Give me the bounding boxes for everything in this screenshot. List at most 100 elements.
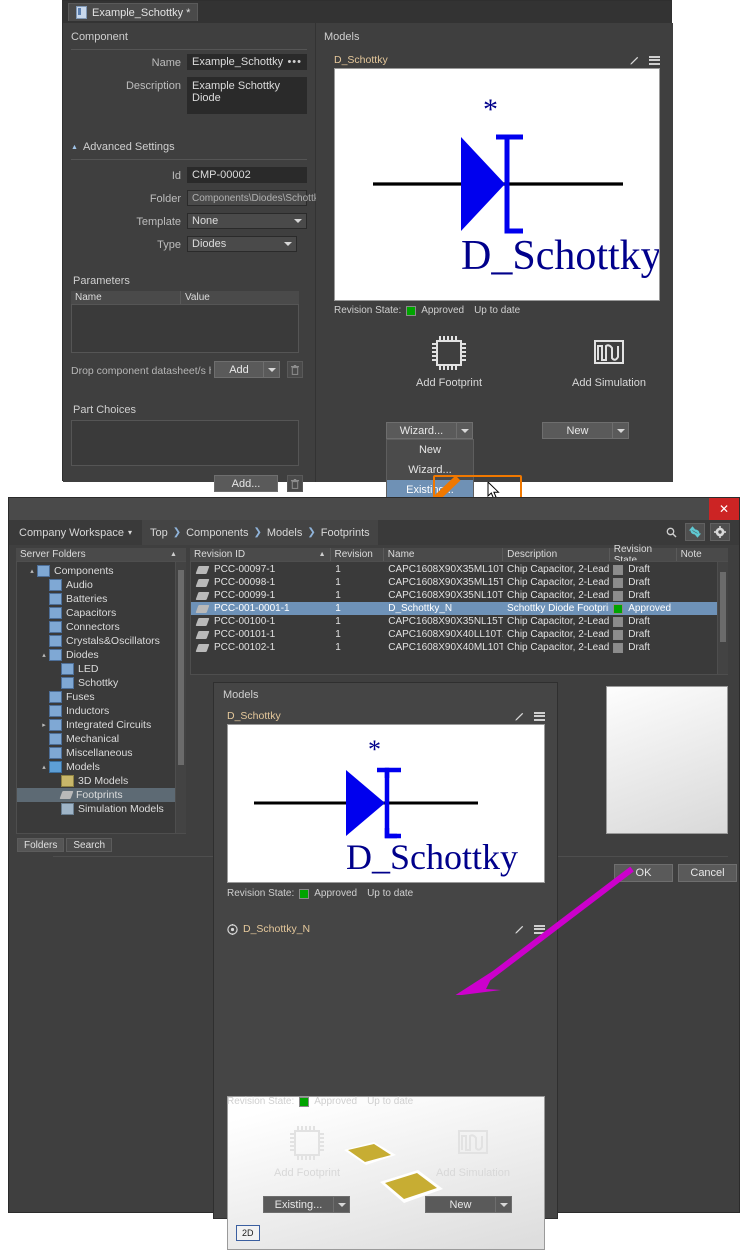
breadcrumb-bar: Company Workspace ▾ Top ❯ Components ❯ M… — [9, 520, 739, 545]
grid-scrollbar[interactable] — [717, 562, 728, 674]
parameters-list[interactable] — [71, 304, 299, 353]
inner-add-simulation-split-button[interactable]: New — [425, 1196, 512, 1213]
parameters-col-value[interactable]: Value — [181, 291, 297, 304]
tree-item-connectors[interactable]: Connectors — [17, 620, 185, 634]
tree-twisty[interactable]: ▴ — [39, 651, 49, 659]
tree-item-schottky[interactable]: Schottky — [17, 676, 185, 690]
tab-example-schottky[interactable]: Example_Schottky * — [68, 3, 199, 21]
tree-scroll-thumb[interactable] — [178, 570, 184, 765]
col-description[interactable]: Description — [503, 548, 610, 561]
table-row[interactable]: PCC-00098-1 1 CAPC1608X90X35ML15T15 Chip Ca… — [191, 576, 727, 589]
symbol-preview[interactable]: * D_Schottky — [334, 68, 660, 301]
tree-item-capacitors[interactable]: Capacitors — [17, 606, 185, 620]
col-revision[interactable]: Revision — [331, 548, 384, 561]
tree-item-footprints[interactable]: Footprints — [17, 788, 185, 802]
tree-item-models[interactable]: ▴ Models — [17, 760, 185, 774]
tree-twisty[interactable]: ▴ — [27, 567, 37, 575]
add-footprint-button[interactable]: Wizard... — [386, 422, 457, 439]
cancel-button[interactable]: Cancel — [678, 864, 737, 882]
tree-scrollbar[interactable] — [175, 562, 186, 833]
tree-item-batteries[interactable]: Batteries — [17, 592, 185, 606]
inner-add-simulation-button[interactable]: New — [425, 1196, 496, 1213]
breadcrumb-top[interactable]: Top — [150, 527, 168, 539]
parameters-col-name[interactable]: Name — [71, 291, 181, 304]
part-choices-list[interactable] — [71, 420, 299, 466]
tree-item-miscellaneous[interactable]: Miscellaneous — [17, 746, 185, 760]
tree-header-label[interactable]: Server Folders — [16, 548, 186, 561]
pencil-icon[interactable] — [514, 711, 525, 722]
breadcrumb-footprints[interactable]: Footprints — [321, 527, 370, 539]
breadcrumb-components[interactable]: Components — [186, 527, 248, 539]
template-select[interactable]: None — [187, 213, 307, 229]
workspace-selector[interactable]: Company Workspace — [19, 527, 124, 539]
table-row[interactable]: PCC-00097-1 1 CAPC1608X90X35ML10T15 Chip Ca… — [191, 563, 727, 576]
add-simulation-split-button[interactable]: New — [542, 422, 629, 439]
name-browse-icon[interactable]: ••• — [287, 57, 302, 68]
tree-item-inductors[interactable]: Inductors — [17, 704, 185, 718]
folder-plain-icon — [49, 761, 62, 773]
tree-item-3d-models[interactable]: 3D Models — [17, 774, 185, 788]
tree-item-fuses[interactable]: Fuses — [17, 690, 185, 704]
tree-item-mechanical[interactable]: Mechanical — [17, 732, 185, 746]
tree-item-led[interactable]: LED — [17, 662, 185, 676]
tree-twisty[interactable]: ▸ — [39, 721, 49, 729]
parameters-add-split-button[interactable]: Add — [214, 361, 280, 378]
footprints-grid[interactable]: PCC-00097-1 1 CAPC1608X90X35ML10T15 Chip Ca… — [190, 561, 728, 675]
footprint-icon — [195, 643, 210, 652]
type-select[interactable]: Diodes — [187, 236, 297, 252]
add-simulation-button[interactable]: New — [542, 422, 613, 439]
inner-symbol-preview[interactable]: * D_Schottky — [227, 724, 545, 883]
tree-item-audio[interactable]: Audio — [17, 578, 185, 592]
pencil-icon[interactable] — [629, 55, 640, 66]
right-preview-panel[interactable] — [606, 686, 728, 834]
hamburger-icon[interactable] — [534, 711, 545, 721]
cell-description: Schottky Diode Footprint — [507, 603, 610, 614]
col-name[interactable]: Name — [384, 548, 504, 561]
col-revision-state[interactable]: Revision State — [610, 544, 677, 566]
add-footprint-split-button[interactable]: Wizard... — [386, 422, 473, 439]
chevron-down-icon[interactable]: ▾ — [128, 528, 132, 537]
refresh-button[interactable] — [685, 523, 705, 541]
inner-add-footprint-button[interactable]: Existing... — [263, 1196, 334, 1213]
tab-folders[interactable]: Folders — [17, 838, 65, 852]
chevron-down-icon[interactable] — [334, 1196, 350, 1213]
table-row[interactable]: PCC-00100-1 1 CAPC1608X90X35NL15T15 Chip Ca… — [191, 615, 727, 628]
tree-item-integrated-circuits[interactable]: ▸ Integrated Circuits — [17, 718, 185, 732]
designator-text: * — [483, 93, 498, 126]
datasheet-drop-hint[interactable]: Drop component datasheet/s her — [71, 365, 211, 377]
breadcrumb-models[interactable]: Models — [267, 527, 302, 539]
server-folders-tree[interactable]: ▴ Components Audio Batteries Capacitors Conne… — [16, 561, 186, 834]
name-input[interactable]: Example_Schottky ••• — [187, 54, 307, 70]
sort-asc-icon[interactable]: ▲ — [170, 551, 177, 558]
col-revision-id[interactable]: Revision ID ▲ — [190, 548, 331, 561]
chevron-down-icon[interactable] — [457, 422, 473, 439]
hamburger-icon[interactable] — [649, 55, 660, 65]
chevron-down-icon[interactable] — [496, 1196, 512, 1213]
parameters-add-button[interactable]: Add — [214, 361, 264, 378]
tree-item-diodes[interactable]: ▴ Diodes — [17, 648, 185, 662]
col-note[interactable]: Note — [677, 548, 728, 561]
part-choices-add-button[interactable]: Add... — [214, 475, 278, 492]
menu-item-new[interactable]: New — [387, 440, 473, 460]
tree-item-crystals-oscillators[interactable]: Crystals&Oscillators — [17, 634, 185, 648]
view-mode-badge[interactable]: 2D — [236, 1225, 260, 1241]
tab-search[interactable]: Search — [66, 838, 113, 852]
id-input[interactable]: CMP-00002 — [187, 167, 307, 183]
tree-twisty[interactable]: ▴ — [39, 763, 49, 771]
advanced-settings-header[interactable]: ▲ Advanced Settings — [71, 141, 175, 153]
tree-item-components[interactable]: ▴ Components — [17, 564, 185, 578]
chevron-down-icon[interactable] — [613, 422, 629, 439]
description-input[interactable]: Example Schottky Diode — [187, 77, 307, 114]
parameters-delete-button[interactable] — [287, 361, 303, 378]
search-icon[interactable] — [665, 524, 677, 540]
tree-item-simulation-models[interactable]: Simulation Models — [17, 802, 185, 816]
grid-scroll-thumb[interactable] — [720, 572, 726, 642]
chevron-down-icon[interactable] — [264, 361, 280, 378]
table-row[interactable]: PCC-00099-1 1 CAPC1608X90X35NL10T15 Chip Ca… — [191, 589, 727, 602]
table-row[interactable]: PCC-00101-1 1 CAPC1608X90X40LL10T20 Chip Ca… — [191, 628, 727, 641]
table-row[interactable]: PCC-001-0001-1 1 D_Schottky_N Schottky Diod… — [191, 602, 727, 615]
table-row[interactable]: PCC-00102-1 1 CAPC1608X90X40ML10T20 Chip Ca… — [191, 641, 727, 654]
inner-add-footprint-split-button[interactable]: Existing... — [263, 1196, 350, 1213]
settings-button[interactable] — [710, 523, 730, 541]
close-button[interactable]: ✕ — [709, 498, 739, 520]
